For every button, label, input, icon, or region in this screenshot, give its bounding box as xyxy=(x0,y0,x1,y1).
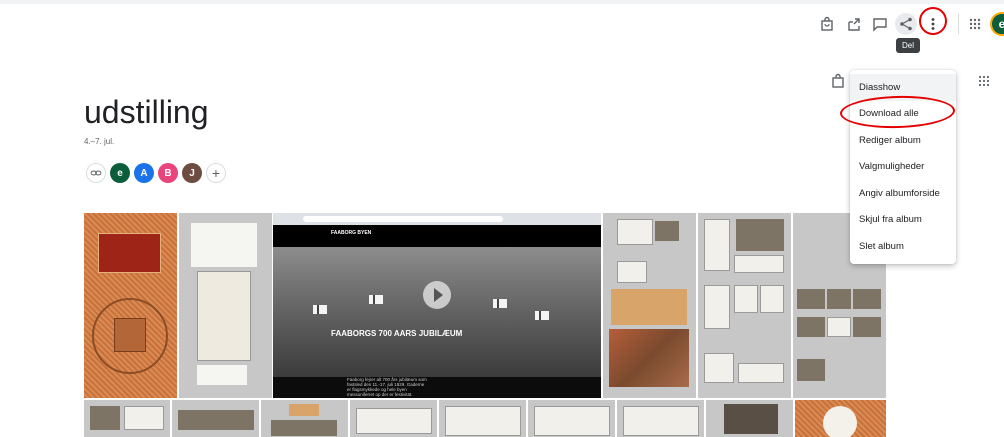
website-hero-title: FAABORGS 700 AARS JUBILÆUM xyxy=(331,329,463,338)
collage-tile xyxy=(827,289,851,309)
book-house-drawing xyxy=(114,318,146,352)
photo-thumbnail[interactable] xyxy=(84,400,170,437)
collage-tile xyxy=(704,219,730,271)
website-hero xyxy=(273,247,601,377)
address-bar xyxy=(303,216,503,222)
book-label xyxy=(98,233,161,273)
collage-tile xyxy=(734,285,758,313)
website-footer-text: Faaborg fejrer alt 700 års jubilæum som … xyxy=(347,377,427,397)
member-avatar[interactable]: B xyxy=(158,163,178,183)
menu-item-delete-album[interactable]: Slet album xyxy=(850,233,956,260)
upload-icon[interactable] xyxy=(843,13,865,35)
annotation-circle xyxy=(919,7,947,35)
document-caption xyxy=(197,365,247,385)
photo-thumbnail[interactable] xyxy=(350,400,437,437)
collage-aerial-map xyxy=(609,329,689,387)
collage-tile xyxy=(797,359,825,381)
collage-tile xyxy=(760,285,784,313)
collage-tile xyxy=(823,406,857,437)
collage-tile xyxy=(271,420,337,436)
flag xyxy=(313,305,327,314)
apps-grid-icon[interactable] xyxy=(976,73,992,89)
collage-tile xyxy=(704,285,730,329)
album-title[interactable]: udstilling xyxy=(84,94,209,131)
shopping-bag-icon[interactable] xyxy=(816,13,838,35)
account-avatar[interactable]: e xyxy=(990,12,1004,36)
photo-thumbnail[interactable] xyxy=(528,400,615,437)
collage-tile xyxy=(178,410,254,430)
website-logo: FAABORG BYEN xyxy=(331,230,372,236)
collage-tile xyxy=(827,317,851,337)
menu-item-options[interactable]: Valgmuligheder xyxy=(850,154,956,181)
toolbar-separator xyxy=(958,14,959,34)
collage-tile xyxy=(623,406,699,436)
flag xyxy=(369,295,383,304)
flag xyxy=(493,299,507,308)
share-tooltip: Del xyxy=(896,38,921,53)
google-photos-album-page: e Del udstilling 4.–7. jul. e A B J + FA… xyxy=(0,0,1004,437)
website-footer xyxy=(273,377,601,398)
photo-thumbnail[interactable] xyxy=(617,400,704,437)
collage-tile xyxy=(734,255,784,273)
link-icon[interactable] xyxy=(86,163,106,183)
photo-book-cover[interactable] xyxy=(84,213,177,398)
sharing-row: e A B J + xyxy=(86,163,226,183)
collage-tile xyxy=(90,406,120,430)
photo-document-page[interactable] xyxy=(179,213,272,398)
member-avatar[interactable]: J xyxy=(182,163,202,183)
collage-tile xyxy=(289,404,319,416)
document-sketch xyxy=(197,271,251,361)
photo-thumbnail[interactable] xyxy=(706,400,793,437)
photo-thumbnail[interactable] xyxy=(795,400,886,437)
collage-tile xyxy=(853,317,881,337)
comment-icon[interactable] xyxy=(869,13,891,35)
document-text-block xyxy=(191,223,257,267)
flag xyxy=(535,311,549,320)
collage-tile xyxy=(356,408,432,434)
photo-website-screenshot[interactable]: FAABORG BYEN FAABORGS 700 AARS JUBILÆUM … xyxy=(273,213,601,398)
collage-tile xyxy=(724,404,778,434)
collage-tile xyxy=(738,363,784,383)
share-icon[interactable] xyxy=(895,13,917,35)
collage-tile xyxy=(853,289,881,309)
collage-tile xyxy=(445,406,521,436)
play-icon[interactable] xyxy=(423,281,451,309)
add-member-button[interactable]: + xyxy=(206,163,226,183)
photo-document-collage[interactable] xyxy=(698,213,791,398)
collage-tile xyxy=(797,317,825,337)
photo-thumbnail[interactable] xyxy=(439,400,526,437)
menu-item-hide-from-album[interactable]: Skjul fra album xyxy=(850,207,956,234)
photo-thumbnail[interactable] xyxy=(261,400,348,437)
website-nav xyxy=(273,225,601,247)
top-divider xyxy=(0,0,1004,4)
collage-tile xyxy=(655,221,679,241)
menu-item-set-cover[interactable]: Angiv albumforside xyxy=(850,180,956,207)
collage-tile xyxy=(534,406,610,436)
collage-tile xyxy=(617,261,647,283)
menu-item-edit-album[interactable]: Rediger album xyxy=(850,127,956,154)
top-toolbar: e xyxy=(0,0,1004,46)
collage-tile xyxy=(124,406,164,430)
photo-thumbnail[interactable] xyxy=(172,400,259,437)
collage-tile xyxy=(797,289,825,309)
collage-tile xyxy=(617,219,653,245)
member-avatar[interactable]: A xyxy=(134,163,154,183)
album-date: 4.–7. jul. xyxy=(84,137,115,146)
photo-maps-collage[interactable] xyxy=(603,213,696,398)
apps-grid-icon[interactable] xyxy=(964,13,986,35)
collage-tile xyxy=(704,353,734,383)
member-avatar[interactable]: e xyxy=(110,163,130,183)
collage-tile xyxy=(736,219,784,251)
shopping-bag-icon[interactable] xyxy=(830,73,846,89)
collage-map xyxy=(611,289,687,325)
